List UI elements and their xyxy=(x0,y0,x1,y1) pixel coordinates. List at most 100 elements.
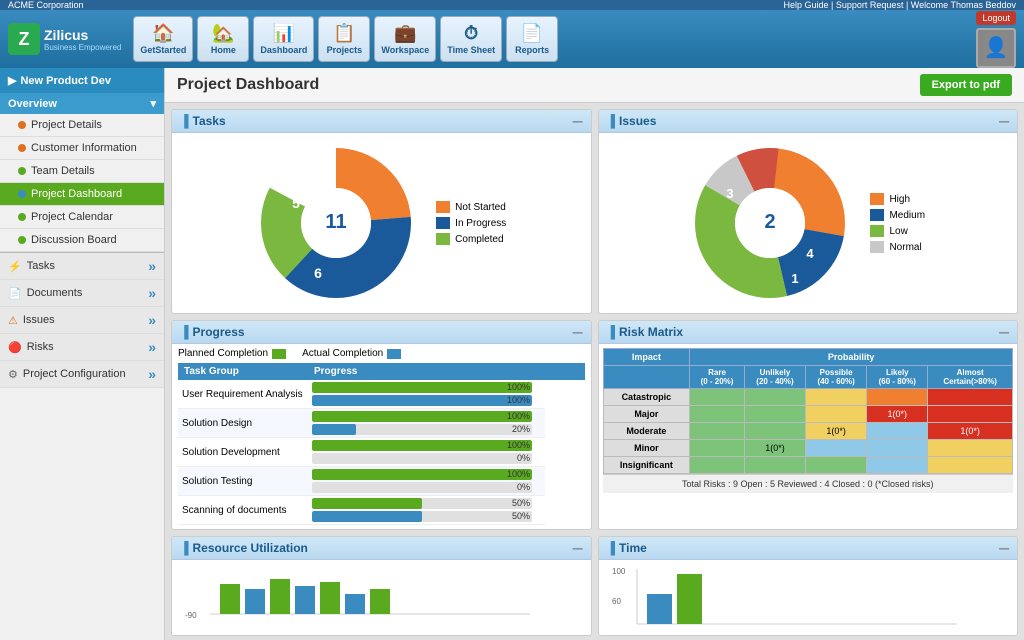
nav-get-started[interactable]: 🏠 GetStarted xyxy=(133,16,193,62)
top-bar: ACME Corporation Help Guide | Support Re… xyxy=(0,0,1024,10)
sidebar-item-customer-info[interactable]: Customer Information xyxy=(0,137,164,160)
sidebar-bottom-tasks[interactable]: ⚡Tasks » xyxy=(0,253,164,280)
logout-button[interactable]: Logout xyxy=(976,11,1016,25)
resource-util-panel: ▐ Resource Utilization ─ -90 xyxy=(171,536,592,636)
task-name: Solution Design xyxy=(178,409,308,438)
tasks-minimize-button[interactable]: ─ xyxy=(573,114,583,128)
project-name: New Product Dev xyxy=(20,75,110,87)
svg-text:1: 1 xyxy=(792,271,799,286)
sidebar-bottom: ⚡Tasks » 📄Documents » ⚠Issues » 🔴Risks »… xyxy=(0,252,164,388)
risk-cell-mod-rare xyxy=(690,423,745,440)
tasks-panel-title: ▐ Tasks xyxy=(180,114,226,128)
svg-text:6: 6 xyxy=(314,265,322,281)
export-button[interactable]: Export to pdf xyxy=(920,74,1012,96)
customer-info-dot xyxy=(18,144,26,152)
risk-cell-mod-possible: 1(0*) xyxy=(806,423,867,440)
sidebar-bottom-documents[interactable]: 📄Documents » xyxy=(0,280,164,307)
issues-panel-body: 2 3 4 1 High Medium xyxy=(599,133,1018,313)
risk-cell-cat-likely xyxy=(867,389,928,406)
risk-cell-min-likely xyxy=(867,440,928,457)
main-header: Project Dashboard Export to pdf xyxy=(165,68,1024,103)
nav-dashboard[interactable]: 📊 Dashboard xyxy=(253,16,314,62)
time-minimize-button[interactable]: ─ xyxy=(999,541,1009,555)
progress-table: Task Group Progress User Requirement Ana… xyxy=(178,363,585,525)
medium-color xyxy=(870,209,884,221)
risk-cell-min-possible xyxy=(806,440,867,457)
time-panel-header: ▐ Time ─ xyxy=(599,537,1018,560)
nav-timesheet[interactable]: ⏱ Time Sheet xyxy=(440,16,502,62)
resource-bar-icon: ▐ xyxy=(180,541,189,555)
risk-th-impact: Impact xyxy=(603,349,690,366)
sidebar-item-team-details[interactable]: Team Details xyxy=(0,160,164,183)
time-panel-title: ▐ Time xyxy=(607,541,647,555)
progress-row: Scanning of documents50%50% xyxy=(178,496,585,525)
risk-impact-moderate: Moderate xyxy=(603,423,690,440)
sidebar-bottom-risks[interactable]: 🔴Risks » xyxy=(0,334,164,361)
main-area: Project Dashboard Export to pdf ▐ Tasks … xyxy=(165,68,1024,640)
team-details-dot xyxy=(18,167,26,175)
risk-cell-min-rare xyxy=(690,440,745,457)
resource-minimize-button[interactable]: ─ xyxy=(573,541,583,555)
progress-row: User Requirement Analysis100%100% xyxy=(178,380,585,409)
risk-row-major: Major 1(0*) xyxy=(603,406,1013,423)
project-dashboard-dot xyxy=(18,190,26,198)
progress-minimize-button[interactable]: ─ xyxy=(573,325,583,339)
documents-icon: 📄 xyxy=(8,287,22,300)
task-bars: 50%50% xyxy=(308,496,545,525)
issues-minimize-button[interactable]: ─ xyxy=(999,114,1009,128)
sidebar-item-project-details[interactable]: Project Details xyxy=(0,114,164,137)
progress-panel-body: Planned Completion Actual Completion Tas… xyxy=(172,344,591,529)
risk-th-unlikely: Unlikely(20 - 40%) xyxy=(744,366,805,389)
risk-footer: Total Risks : 9 Open : 5 Reviewed : 4 Cl… xyxy=(603,474,1014,493)
dashboard-icon: 📊 xyxy=(273,23,295,44)
issues-icon: ⚠ xyxy=(8,314,18,327)
risk-minimize-button[interactable]: ─ xyxy=(999,325,1009,339)
sidebar-section-overview[interactable]: Overview ▾ xyxy=(0,93,164,114)
issues-legend-low: Low xyxy=(870,225,925,237)
bottom-panels: ▐ Resource Utilization ─ -90 xyxy=(165,536,1024,640)
progress-panel-header: ▐ Progress ─ xyxy=(172,321,591,344)
col-pct xyxy=(545,363,585,380)
sidebar-item-project-calendar[interactable]: Project Calendar xyxy=(0,206,164,229)
progress-panel-title: ▐ Progress xyxy=(180,325,245,339)
tasks-arrow: » xyxy=(148,258,156,274)
nav-reports[interactable]: 📄 Reports xyxy=(506,16,558,62)
risk-cell-min-almost xyxy=(928,440,1013,457)
nav-home[interactable]: 🏡 Home xyxy=(197,16,249,62)
risk-matrix-panel-header: ▐ Risk Matrix ─ xyxy=(599,321,1018,344)
actual-legend: Actual Completion xyxy=(302,348,401,359)
planned-color xyxy=(272,349,286,359)
svg-text:4: 4 xyxy=(807,246,815,261)
issues-legend: High Medium Low Normal xyxy=(870,193,925,253)
timesheet-icon: ⏱ xyxy=(464,23,478,44)
resource-util-body: -90 xyxy=(172,560,591,636)
logo: Z Zilicus Business Empowered xyxy=(8,23,121,55)
tasks-legend-not-started: Not Started xyxy=(436,201,506,213)
resource-util-title: ▐ Resource Utilization xyxy=(180,541,308,555)
risk-row-moderate: Moderate 1(0*) 1(0*) xyxy=(603,423,1013,440)
tasks-legend-in-progress: In Progress xyxy=(436,217,506,229)
issues-legend-medium: Medium xyxy=(870,209,925,221)
nav-workspace[interactable]: 💼 Workspace xyxy=(374,16,436,62)
sidebar-bottom-project-config[interactable]: ⚙Project Configuration » xyxy=(0,361,164,388)
issues-arrow: » xyxy=(148,312,156,328)
sidebar-project: ▶ New Product Dev xyxy=(0,68,164,93)
risk-cell-cat-possible xyxy=(806,389,867,406)
tasks-panel-body: 11 5 6 Not Started In Progress xyxy=(172,133,591,313)
tasks-legend: Not Started In Progress Completed xyxy=(436,201,506,245)
documents-arrow: » xyxy=(148,285,156,301)
sidebar-item-project-dashboard[interactable]: Project Dashboard xyxy=(0,183,164,206)
nav-projects[interactable]: 📋 Projects xyxy=(318,16,370,62)
sidebar-bottom-issues[interactable]: ⚠Issues » xyxy=(0,307,164,334)
avatar: 👤 xyxy=(976,28,1016,68)
tasks-panel: ▐ Tasks ─ 11 5 xyxy=(171,109,592,314)
time-panel-body: 100 60 xyxy=(599,560,1018,636)
sidebar-item-discussion-board[interactable]: Discussion Board xyxy=(0,229,164,252)
risk-th-likely: Likely(60 - 80%) xyxy=(867,366,928,389)
task-name: Solution Testing xyxy=(178,467,308,496)
task-bars: 100%20% xyxy=(308,409,545,438)
svg-text:5: 5 xyxy=(292,195,300,211)
svg-text:11: 11 xyxy=(326,211,347,233)
task-bars: 100%0% xyxy=(308,467,545,496)
nav-user: Logout 👤 xyxy=(976,11,1016,68)
